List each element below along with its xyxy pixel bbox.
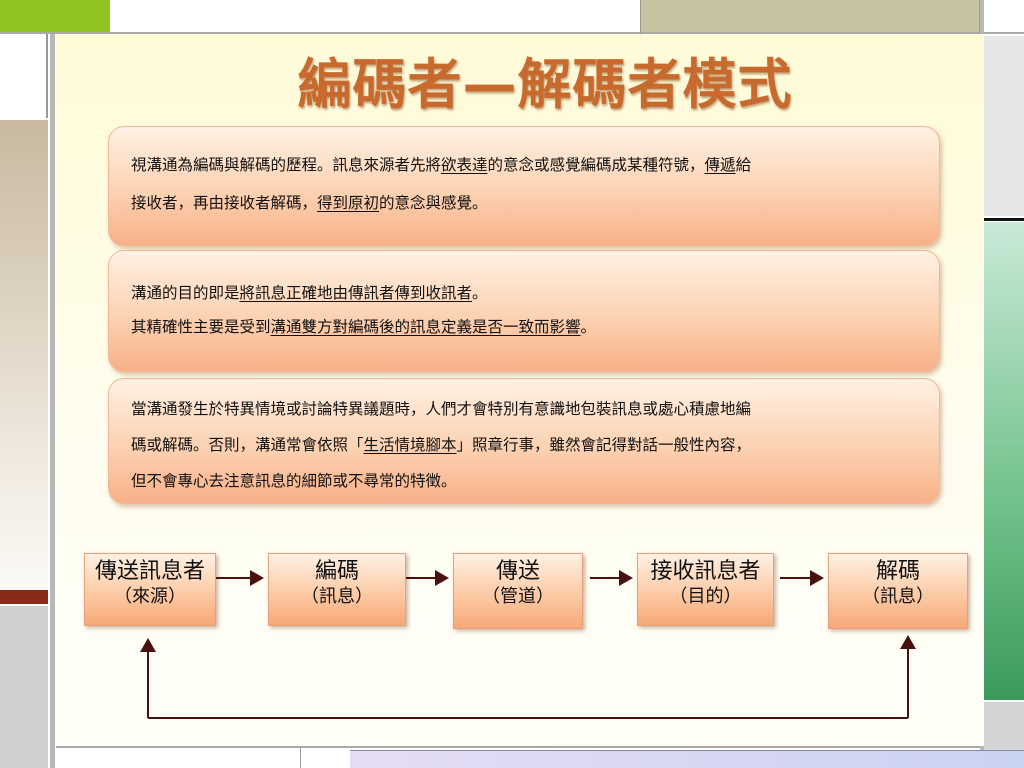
flow-connectors xyxy=(140,570,916,719)
